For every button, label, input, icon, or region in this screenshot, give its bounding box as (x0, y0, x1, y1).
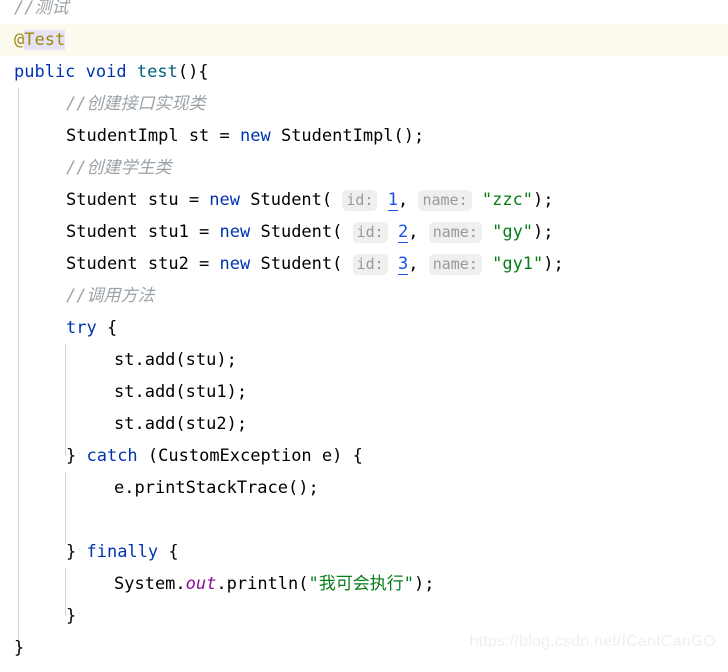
code-line-18-finally[interactable]: } finally { (0, 536, 728, 568)
inlay-hint-name[interactable]: name: (418, 190, 472, 211)
inlay-hint-name[interactable]: name: (428, 254, 482, 275)
number-literal: 3 (397, 254, 409, 275)
keyword-new: new (219, 254, 251, 274)
keyword-new: new (219, 222, 251, 242)
number-literal: 1 (387, 190, 398, 211)
code-line-13[interactable]: st.add(stu1); (0, 376, 728, 408)
code-line-8[interactable]: Student stu1 = new Student( id: 2, name:… (0, 216, 728, 248)
code-line-10[interactable]: //调用方法 (0, 280, 728, 312)
method-name-test[interactable]: test (137, 62, 178, 82)
keyword-finally: finally (86, 542, 159, 562)
comment-text: //创建学生类 (66, 158, 172, 178)
at-symbol: @ (14, 30, 25, 50)
code-editor[interactable]: //测试 @Test public void test(){ //创建接口实现类… (0, 0, 728, 672)
number-literal: 2 (397, 222, 409, 243)
statement-text: st.add(stu); (114, 350, 237, 370)
string-literal: "zzc" (481, 190, 534, 210)
code-line-19-println[interactable]: System.out.println("我可会执行"); (0, 568, 728, 600)
comment-text: //测试 (14, 0, 69, 18)
keyword-try: try (66, 318, 97, 338)
code-lines[interactable]: //测试 @Test public void test(){ //创建接口实现类… (0, 0, 728, 664)
code-line-2-annotation[interactable]: @Test (0, 24, 728, 56)
comment-text: //调用方法 (66, 286, 155, 306)
brace-text: } (66, 606, 77, 626)
code-line-14[interactable]: st.add(stu2); (0, 408, 728, 440)
keyword-new: new (209, 190, 241, 210)
string-literal: "gy1" (492, 254, 544, 274)
code-line-15-catch[interactable]: } catch (CustomException e) { (0, 440, 728, 472)
code-line-1[interactable]: //测试 (0, 0, 728, 24)
keyword-void: void (85, 62, 127, 82)
code-line-12[interactable]: st.add(stu); (0, 344, 728, 376)
inlay-hint-id[interactable]: id: (352, 222, 388, 243)
code-line-9[interactable]: Student stu2 = new Student( id: 3, name:… (0, 248, 728, 280)
code-line-17-blank[interactable] (0, 504, 728, 536)
keyword-public: public (14, 62, 76, 82)
comment-text: //创建接口实现类 (66, 94, 206, 114)
keyword-new: new (240, 126, 271, 146)
inlay-hint-name[interactable]: name: (428, 222, 482, 243)
code-line-4[interactable]: //创建接口实现类 (0, 88, 728, 120)
code-line-16[interactable]: e.printStackTrace(); (0, 472, 728, 504)
keyword-catch: catch (86, 446, 138, 466)
statement-text: e.printStackTrace(); (114, 478, 319, 498)
watermark: https://blog.csdn.net/ICanICanGO (469, 633, 716, 650)
code-line-11-try[interactable]: try { (0, 312, 728, 344)
annotation-name[interactable]: Test (24, 30, 66, 50)
inlay-hint-id[interactable]: id: (342, 190, 378, 211)
code-line-3-method-signature[interactable]: public void test(){ (0, 56, 728, 88)
statement-text: st.add(stu2); (114, 414, 248, 434)
inlay-hint-id[interactable]: id: (352, 254, 388, 275)
static-field-out: out (185, 574, 217, 594)
code-line-6[interactable]: //创建学生类 (0, 152, 728, 184)
code-line-7[interactable]: Student stu = new Student( id: 1, name: … (0, 184, 728, 216)
string-literal: "我可会执行" (308, 574, 414, 594)
statement-text: st.add(stu1); (114, 382, 248, 402)
code-line-5[interactable]: StudentImpl st = new StudentImpl(); (0, 120, 728, 152)
brace-text: } (14, 638, 25, 658)
string-literal: "gy" (492, 222, 534, 242)
